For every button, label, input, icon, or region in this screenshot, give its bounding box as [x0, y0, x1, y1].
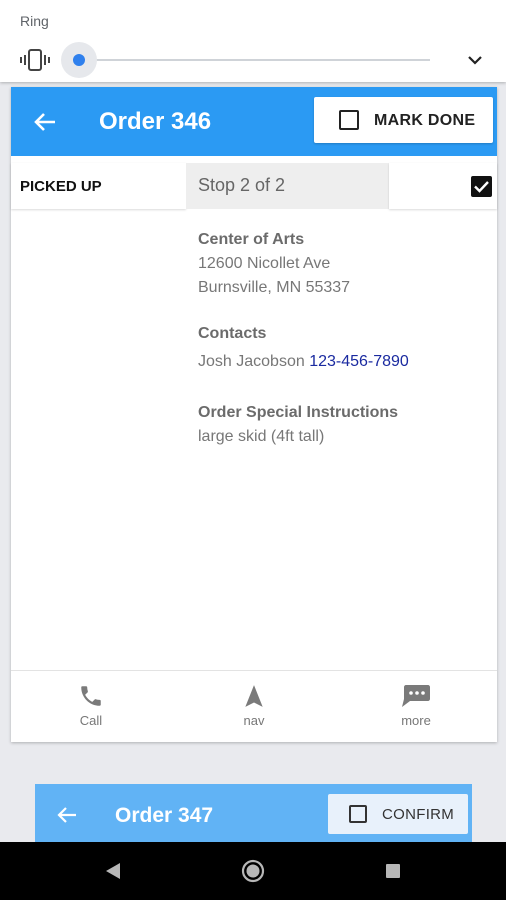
location-name: Center of Arts	[198, 231, 305, 248]
contact-line: Josh Jacobson 123-456-7890	[198, 353, 488, 371]
picked-up-label: PICKED UP	[20, 178, 102, 195]
stop-status-row: PICKED UP Stop 2 of 2	[11, 163, 497, 209]
next-order-title: Order 347	[115, 804, 214, 827]
contact-phone-link[interactable]: 123-456-7890	[309, 353, 409, 370]
nav-recents-icon[interactable]	[386, 864, 400, 878]
volume-slider-thumb[interactable]	[73, 54, 85, 66]
mark-done-label: MARK DONE	[374, 112, 476, 129]
vibrate-icon[interactable]	[20, 48, 50, 72]
stop-checkbox-cell[interactable]	[389, 163, 497, 209]
address-line-1: 12600 Nicollet Ave	[198, 255, 331, 272]
system-nav-bar	[0, 842, 506, 900]
checkbox-empty-icon	[339, 110, 359, 130]
nav-home-icon[interactable]	[241, 859, 265, 883]
confirm-button[interactable]: CONFIRM	[328, 794, 468, 834]
stop-indicator: Stop 2 of 2	[186, 163, 389, 209]
confirm-label: CONFIRM	[382, 806, 455, 823]
more-action[interactable]: more	[386, 683, 446, 728]
instructions-heading: Order Special Instructions	[198, 404, 399, 421]
stop-label: Stop 2 of 2	[198, 175, 286, 195]
mark-done-button[interactable]: MARK DONE	[314, 97, 493, 143]
volume-label: Ring	[20, 13, 49, 29]
back-arrow-icon[interactable]	[57, 806, 77, 824]
more-label: more	[401, 713, 431, 728]
checkbox-checked-icon[interactable]	[471, 176, 492, 197]
instructions-text: large skid (4ft tall)	[198, 428, 325, 445]
address-line-2: Burnsville, MN 55337	[198, 279, 351, 296]
nav-label: nav	[243, 713, 265, 728]
contact-name: Josh Jacobson	[198, 353, 305, 370]
volume-panel: Ring	[0, 0, 506, 82]
order-details: Center of Arts 12600 Nicollet Ave Burnsv…	[198, 231, 488, 446]
next-order-header: Order 347 CONFIRM	[35, 784, 472, 844]
nav-action[interactable]: nav	[224, 683, 284, 728]
phone-icon	[81, 686, 101, 706]
chevron-down-icon[interactable]	[464, 51, 486, 69]
order-card: Order 346 MARK DONE PICKED UP Stop 2 of …	[11, 87, 497, 742]
volume-slider-track[interactable]	[78, 59, 430, 61]
picked-up-button[interactable]: PICKED UP	[11, 163, 186, 209]
contacts-heading: Contacts	[198, 325, 267, 342]
call-action[interactable]: Call	[61, 683, 121, 728]
call-label: Call	[79, 713, 103, 728]
nav-back-icon[interactable]	[104, 862, 122, 880]
order-header: Order 346 MARK DONE	[11, 87, 497, 156]
checkbox-empty-icon	[349, 805, 367, 823]
divider	[11, 670, 497, 671]
order-title: Order 346	[99, 108, 212, 135]
navigation-arrow-icon	[245, 685, 263, 707]
more-message-icon	[402, 685, 430, 707]
back-arrow-icon[interactable]	[33, 111, 57, 133]
